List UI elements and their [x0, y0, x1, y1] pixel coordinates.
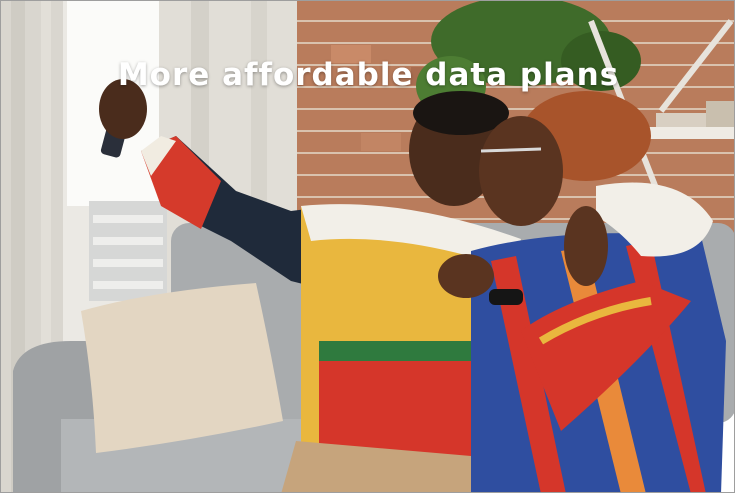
banner-headline: More affordable data plans	[117, 57, 620, 93]
radiator	[89, 201, 167, 301]
photo-frame: More affordable data plans	[0, 0, 735, 493]
